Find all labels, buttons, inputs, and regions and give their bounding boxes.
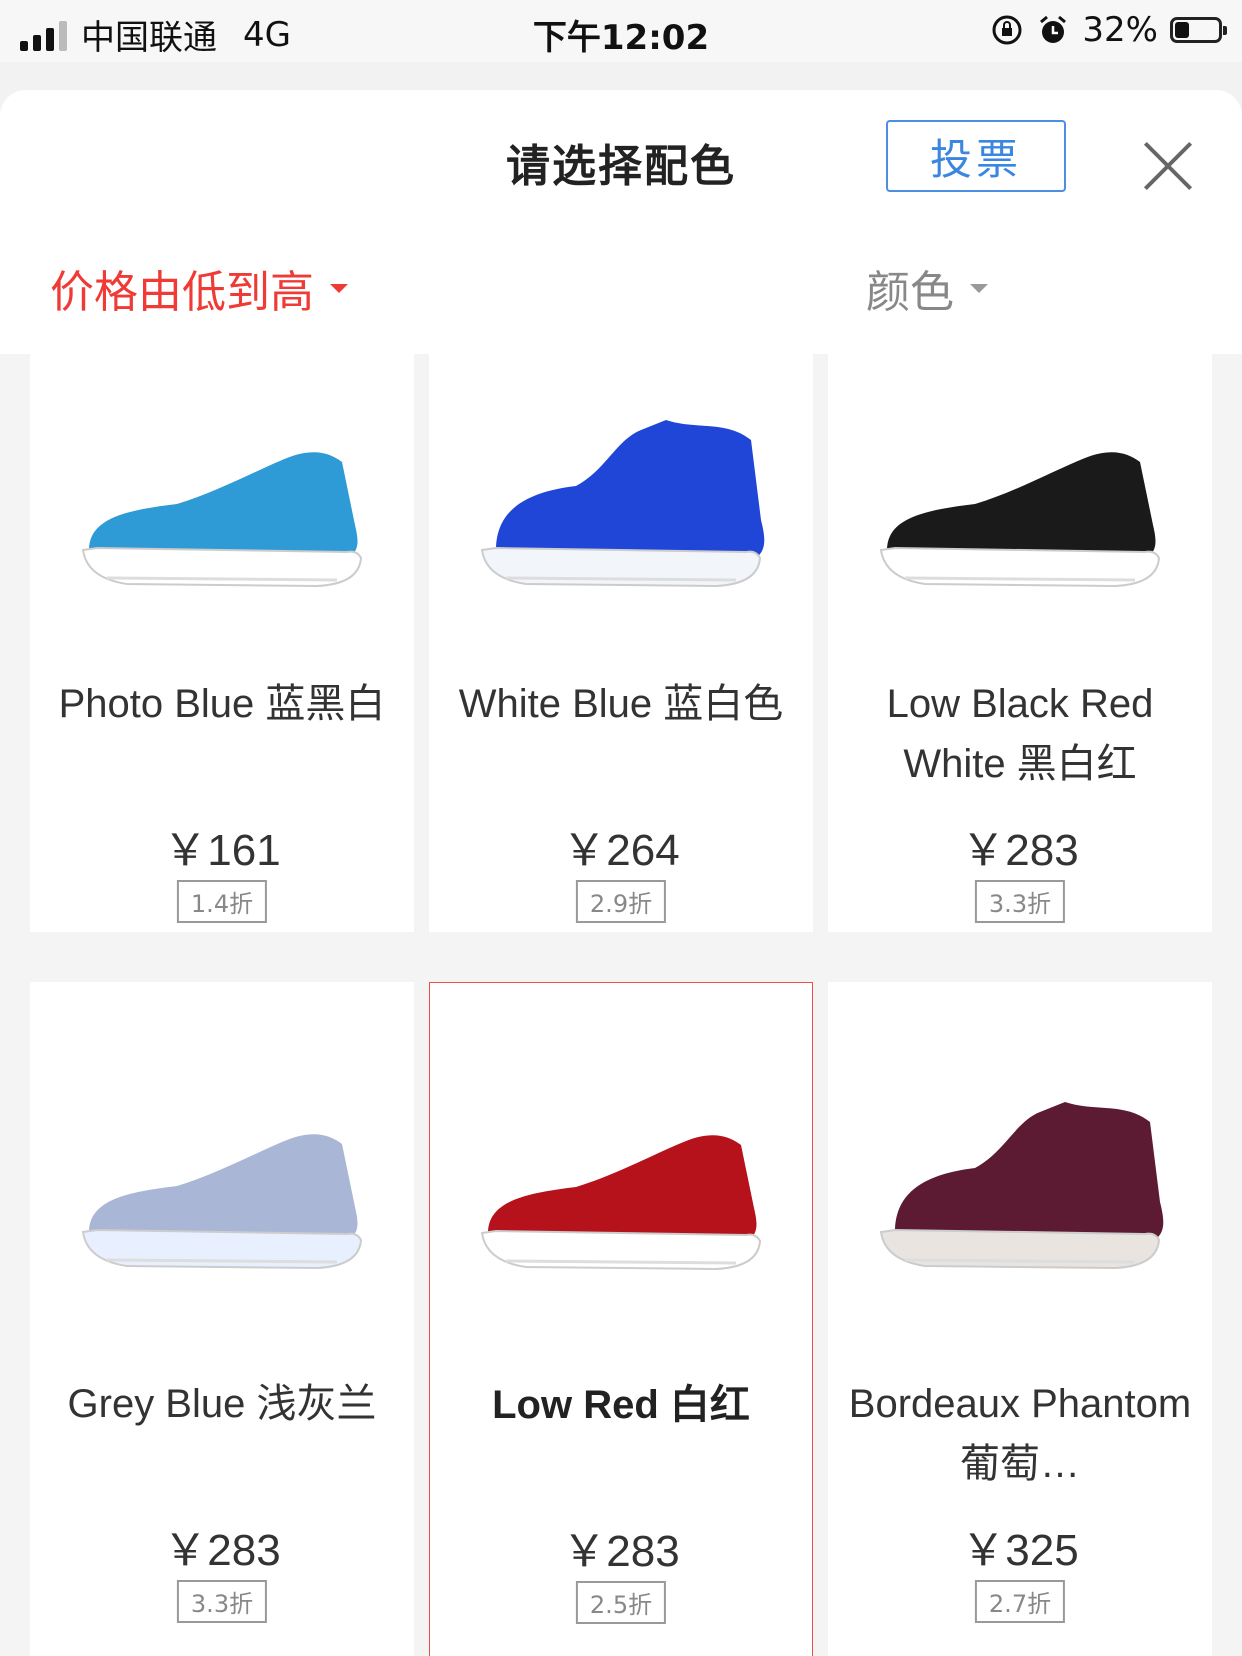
battery-percent: 32% (1082, 10, 1158, 50)
product-image (429, 400, 813, 600)
discount-badge: 3.3折 (974, 880, 1066, 923)
discount-badge: 1.4折 (176, 880, 268, 923)
alarm-icon (1040, 15, 1067, 43)
sort-color[interactable]: 颜色 (866, 256, 988, 320)
product-card[interactable]: Bordeaux Phantom 葡萄… ￥325 2.7折 (828, 982, 1212, 1656)
shoe-white-blue-icon (480, 420, 765, 588)
caret-down-icon (330, 283, 348, 293)
product-card[interactable]: Low Black Red White 黑白红 ￥283 3.3折 (828, 330, 1212, 932)
discount-badge: 2.7折 (974, 1580, 1066, 1623)
discount-badge: 2.9折 (575, 880, 667, 923)
product-image (430, 1083, 812, 1283)
shoe-black-red-icon (879, 452, 1161, 588)
shoe-grey-blue-icon (81, 1134, 363, 1270)
discount-badge: 3.3折 (176, 1580, 268, 1623)
caret-down-icon (970, 283, 988, 293)
shoe-bordeaux-icon (879, 1102, 1164, 1270)
status-right: 32% (990, 10, 1227, 50)
product-name: Low Red 白红 (492, 1383, 750, 1427)
product-price: ￥264 (562, 826, 680, 875)
product-name: Grey Blue 浅灰兰 (67, 1382, 377, 1426)
product-card[interactable]: Grey Blue 浅灰兰 ￥283 3.3折 (30, 982, 414, 1656)
discount-badge: 2.5折 (575, 1581, 667, 1624)
rotation-lock-icon (992, 15, 1022, 45)
product-card[interactable]: Photo Blue 蓝黑白 ￥161 1.4折 (30, 330, 414, 932)
product-name: Bordeaux Phantom 葡萄… (848, 1382, 1192, 1486)
product-price: ￥325 (961, 1526, 1079, 1575)
product-image (30, 400, 414, 600)
product-price: ￥161 (163, 826, 281, 875)
product-name: White Blue 蓝白色 (458, 682, 784, 726)
product-price: ￥283 (562, 1527, 680, 1576)
product-card[interactable]: White Blue 蓝白色 ￥264 2.9折 (429, 330, 813, 932)
product-price: ￥283 (961, 826, 1079, 875)
product-name: Low Black Red White 黑白红 (886, 682, 1154, 786)
sort-price-asc[interactable]: 价格由低到高 (50, 256, 348, 320)
shoe-low-red-icon (480, 1135, 762, 1271)
sort-price-label: 价格由低到高 (50, 267, 314, 318)
sort-color-label: 颜色 (866, 267, 954, 318)
sheet-header: 请选择配色 投票 价格由低到高 颜色 (0, 90, 1242, 354)
product-name: Photo Blue 蓝黑白 (58, 682, 386, 726)
close-icon[interactable] (1142, 140, 1194, 192)
battery-icon (1170, 17, 1227, 43)
product-image (828, 1082, 1212, 1282)
product-image (30, 1082, 414, 1282)
status-bar: 中国联通 4G 下午12:02 32% (0, 0, 1242, 62)
shoe-photo-blue-icon (81, 452, 363, 588)
color-picker-sheet: 请选择配色 投票 价格由低到高 颜色 Photo Blue 蓝黑白 ￥161 1.4… (0, 90, 1242, 1656)
vote-button[interactable]: 投票 (886, 120, 1066, 192)
product-image (828, 400, 1212, 600)
product-price: ￥283 (163, 1526, 281, 1575)
product-card[interactable]: Low Red 白红 ￥283 2.5折 (429, 982, 813, 1656)
